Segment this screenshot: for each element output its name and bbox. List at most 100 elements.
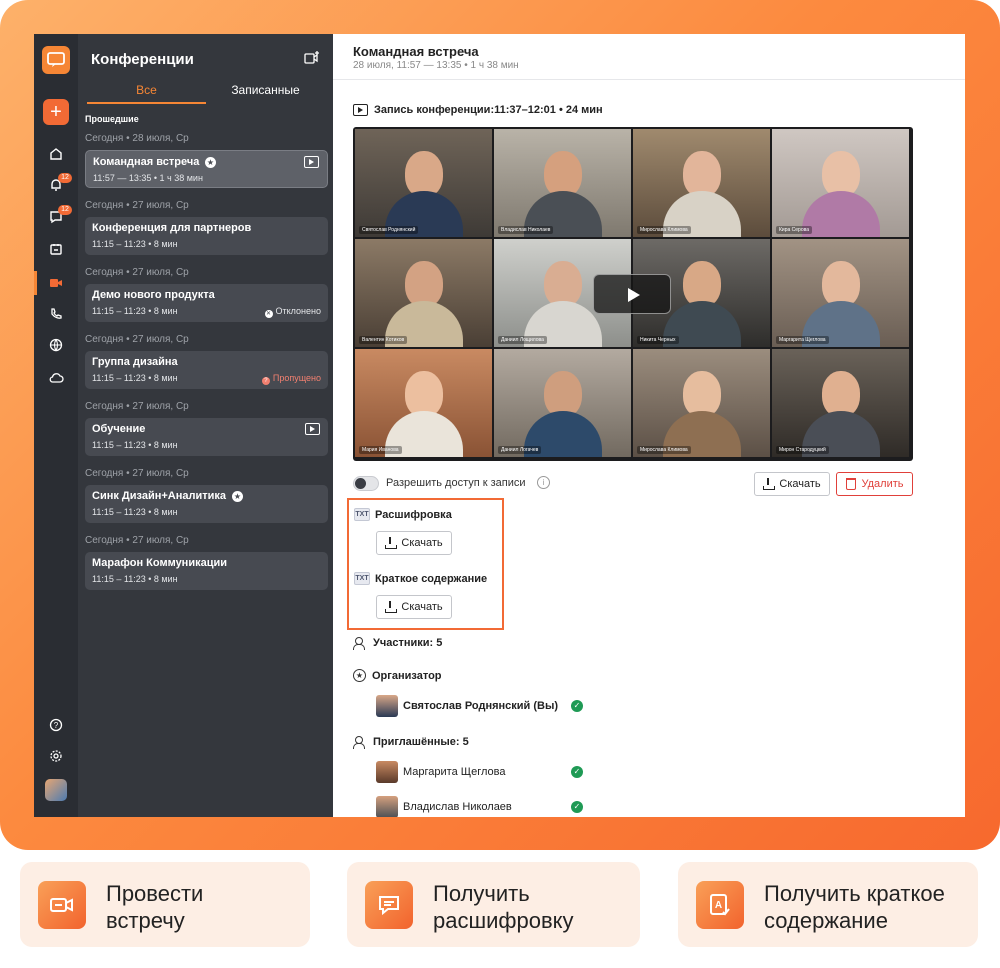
transcript-label: Расшифровка <box>375 509 452 521</box>
date-label: Сегодня • 27 июля, Ср <box>85 468 189 479</box>
delete-recording-button[interactable]: Удалить <box>836 472 913 496</box>
video-tile: Кира Серова <box>772 129 909 237</box>
participant-name: Святослав Роднянский <box>359 226 419 234</box>
button-label: Скачать <box>401 537 443 549</box>
check-icon: ✓ <box>571 766 583 778</box>
conference-title: Обучение <box>92 423 146 435</box>
tab-recorded[interactable]: Записанные <box>206 82 325 104</box>
conference-title: Конференция для партнеров <box>92 222 252 234</box>
download-recording-button[interactable]: Скачать <box>754 472 830 496</box>
access-label: Разрешить доступ к записи <box>386 477 526 489</box>
participants-count: Участники: 5 <box>373 637 443 649</box>
section-past-label: Прошедшие <box>85 114 139 124</box>
star-icon: ★ <box>232 491 243 502</box>
conference-item[interactable]: Командная встреча ★ 11:57 — 13:35 • 1 ч … <box>85 150 328 188</box>
conference-item[interactable]: Демо нового продукта 11:15 – 11:23 • 8 м… <box>85 284 328 322</box>
access-toggle[interactable] <box>353 476 379 491</box>
conference-item[interactable]: Обучение 11:15 – 11:23 • 8 мин <box>85 418 328 456</box>
date-label: Сегодня • 27 июля, Ср <box>85 535 189 546</box>
recording-icon <box>304 156 319 168</box>
add-button[interactable]: + <box>43 99 69 125</box>
document-check-icon: A <box>696 881 744 929</box>
user-avatar[interactable] <box>45 779 67 801</box>
tasks-icon[interactable] <box>46 239 66 259</box>
participant-name: Владислав Николаев <box>498 226 554 234</box>
person-name: Святослав Роднянский (Вы) <box>403 700 559 712</box>
feature-card: A Получить краткое содержание <box>678 862 978 947</box>
date-label: Сегодня • 27 июля, Ср <box>85 401 189 412</box>
new-conference-icon[interactable] <box>304 51 320 70</box>
phone-icon[interactable] <box>46 304 66 324</box>
svg-text:A: A <box>715 900 722 911</box>
chat-badge: 12 <box>58 205 72 215</box>
settings-gear-icon[interactable] <box>46 746 66 766</box>
conference-time: 11:57 — 13:35 • 1 ч 38 мин <box>93 173 203 183</box>
participant-name: Никита Черных <box>637 336 679 344</box>
video-tile: Мирослава Климова <box>633 129 770 237</box>
button-label: Скачать <box>779 478 821 490</box>
conference-time: 11:15 – 11:23 • 8 мин <box>92 440 178 450</box>
conference-time: 11:15 – 11:23 • 8 мин <box>92 574 178 584</box>
video-tile: Владислав Николаев <box>494 129 631 237</box>
download-summary-button[interactable]: Скачать <box>376 595 452 619</box>
star-icon: ★ <box>205 157 216 168</box>
organizer-row[interactable]: Святослав Роднянский (Вы) <box>376 695 558 717</box>
home-icon[interactable] <box>46 144 66 164</box>
play-button[interactable] <box>593 274 671 314</box>
notifications-badge: 12 <box>58 173 72 183</box>
status-missed: ? Пропущено <box>261 373 321 385</box>
feature-card: Провести встречу <box>20 862 310 947</box>
txt-file-icon: TXT <box>354 508 370 521</box>
help-icon[interactable]: ? <box>46 715 66 735</box>
access-row: Разрешить доступ к записи i Скачать Удал… <box>353 472 913 498</box>
tab-all[interactable]: Все <box>87 82 206 104</box>
missed-icon: ? <box>261 377 270 385</box>
app-logo-icon <box>42 46 70 74</box>
recording-icon <box>353 104 368 116</box>
organizer-label: Организатор <box>372 669 442 682</box>
participant-name: Кира Серова <box>776 226 812 234</box>
status-text: Пропущено <box>272 373 321 383</box>
feature-text: Получить расшифровку <box>433 881 574 933</box>
cloud-icon[interactable] <box>46 367 66 387</box>
conference-time: 11:15 – 11:23 • 8 мин <box>92 373 178 383</box>
invited-row[interactable]: Владислав Николаев <box>376 796 512 817</box>
date-label: Сегодня • 28 июля, Ср <box>85 133 189 144</box>
video-tile: Даниил Логачев <box>494 349 631 457</box>
conference-time: 11:15 – 11:23 • 8 мин <box>92 239 178 249</box>
invited-row[interactable]: Маргарита Щеглова <box>376 761 505 783</box>
date-label: Сегодня • 27 июля, Ср <box>85 200 189 211</box>
download-icon <box>385 601 398 613</box>
download-icon <box>763 478 776 490</box>
video-camera-icon <box>38 881 86 929</box>
panel-title: Конференции <box>91 51 194 68</box>
recording-heading: Запись конференции:11:37–12:01 • 24 мин <box>353 104 603 116</box>
person-name: Владислав Николаев <box>403 801 512 813</box>
conference-item[interactable]: Группа дизайна 11:15 – 11:23 • 8 мин ? Пр… <box>85 351 328 389</box>
video-tile: Мирон Стародуцкий <box>772 349 909 457</box>
participant-name: Мария Иванова <box>359 446 402 454</box>
recording-title: Запись конференции:11:37–12:01 • 24 мин <box>374 104 603 116</box>
conference-item[interactable]: Синк Дизайн+Аналитика ★ 11:15 – 11:23 • … <box>85 485 328 523</box>
conference-item[interactable]: Конференция для партнеров 11:15 – 11:23 … <box>85 217 328 255</box>
video-player[interactable]: Святослав Роднянский Владислав Николаев … <box>353 127 913 461</box>
participant-name: Маргарита Щеглова <box>776 336 829 344</box>
video-tile: Валентин Котиков <box>355 239 492 347</box>
conference-item[interactable]: Марафон Коммуникации 11:15 – 11:23 • 8 м… <box>85 552 328 590</box>
download-transcript-button[interactable]: Скачать <box>376 531 452 555</box>
conference-title: Демо нового продукта <box>92 289 215 301</box>
person-name: Маргарита Щеглова <box>403 766 506 778</box>
video-tile: Мирослава Климова <box>633 349 770 457</box>
globe-icon[interactable] <box>46 335 66 355</box>
details-header: Командная встреча 28 июля, 11:57 — 13:35… <box>333 34 965 80</box>
conference-title: Марафон Коммуникации <box>92 557 228 569</box>
conferences-panel: Конференции Все Записанные Прошедшие Сег… <box>78 34 333 817</box>
info-icon[interactable]: i <box>537 476 550 489</box>
feature-text: Провести встречу <box>106 881 204 933</box>
people-icon <box>353 637 367 650</box>
conference-icon[interactable] <box>46 273 66 293</box>
nav-rail: + 12 12 ? <box>34 34 78 817</box>
page-title: Командная встреча <box>353 44 479 59</box>
feature-text: Получить краткое содержание <box>764 881 945 933</box>
invited-heading: Приглашённые: 5 <box>353 736 469 749</box>
